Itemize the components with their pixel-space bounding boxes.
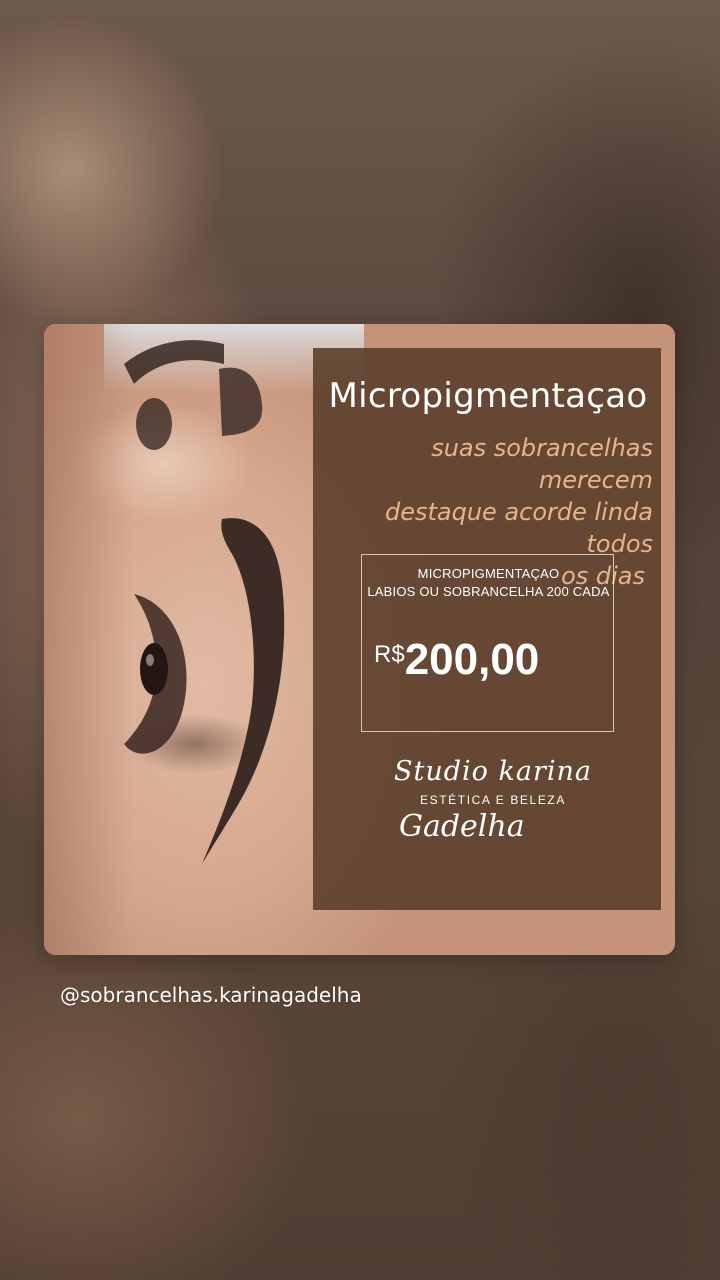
price-service-label: MICROPIGMENTAÇAO [417,566,560,581]
brand-logo: Studio karina ESTÉTICA E BELEZA Gadelha [373,756,613,844]
price-detail-label: LABIOS OU SOBRANCELHA 200 CADA [367,584,610,599]
post-card[interactable]: Micropigmentaçao suas sobrancelhas merec… [44,324,675,955]
info-panel: Micropigmentaçao suas sobrancelhas merec… [313,348,661,910]
account-handle-link[interactable]: @sobrancelhas.karinagadelha [60,983,362,1007]
subtitle-line: suas sobrancelhas merecem [431,434,653,494]
post-title: Micropigmentaçao [328,376,648,416]
price: R$200,00 [374,635,614,685]
subtitle-line: destaque acorde linda todos [384,498,653,558]
eye-and-brow-illustration [124,340,285,864]
brand-surname: Gadelha [399,809,525,844]
price-box: MICROPIGMENTAÇAO LABIOS OU SOBRANCELHA 2… [361,554,614,732]
price-amount: 200,00 [404,635,540,684]
brand-name: Studio karina [394,756,592,787]
brand-tagline: ESTÉTICA E BELEZA [420,793,566,807]
price-currency: R$ [374,641,405,668]
